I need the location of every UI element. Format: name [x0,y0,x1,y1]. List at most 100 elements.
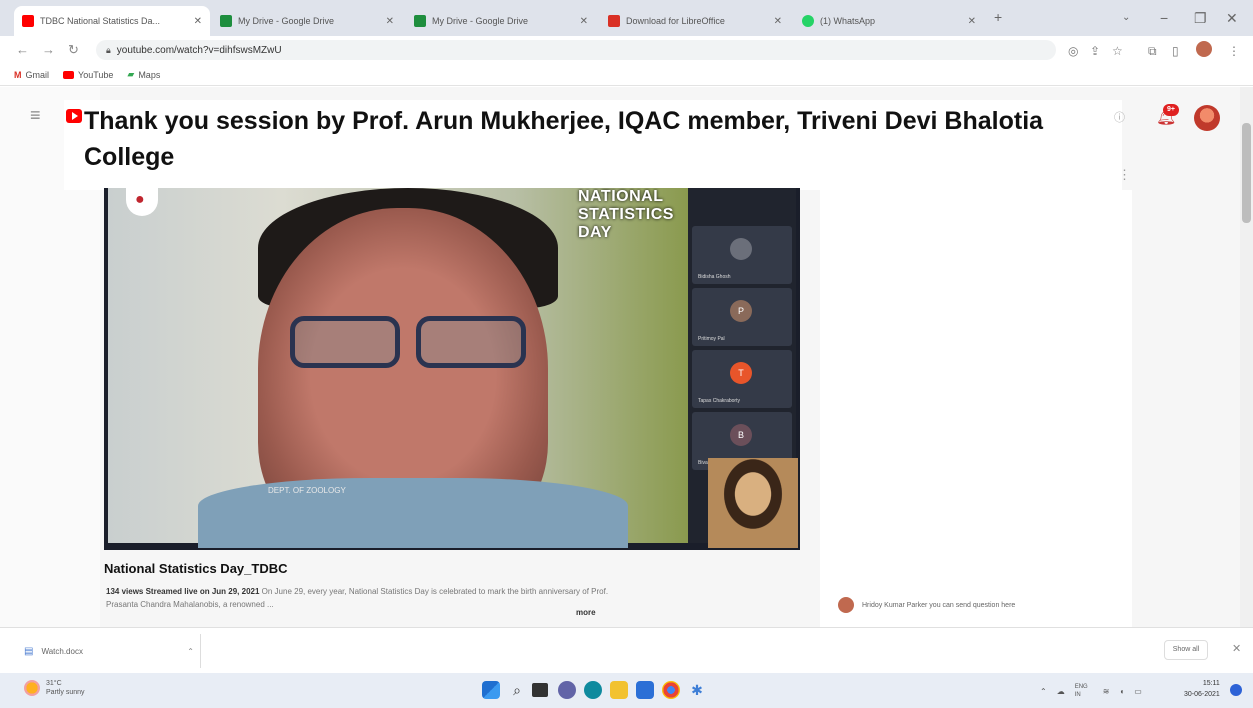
tab-title: TDBC National Statistics Da... [40,16,161,26]
bookmark-star-icon[interactable]: ☆ [1112,44,1123,58]
address-bar[interactable]: 🔒︎ youtube.com/watch?v=dihfswsMZwU [96,40,1056,60]
task-view-icon[interactable] [532,683,548,697]
tab-search-icon[interactable]: ⌄ [1122,12,1130,23]
store-icon[interactable] [636,681,654,699]
settings-gear-icon[interactable]: ✱ [688,681,706,699]
wifi-icon[interactable]: ≋ [1103,687,1110,696]
back-icon[interactable]: ← [16,42,29,57]
chat-message: Hridoy Kumar Parker you can send questio… [838,597,1015,613]
close-tab-icon[interactable]: ✕ [386,16,394,27]
tab-title: (1) WhatsApp [820,16,876,26]
clock-time: 15:11 [1202,680,1220,687]
youtube-icon [63,70,75,79]
tab-title: Download for LibreOffice [626,16,725,26]
participant-avatar: B [730,424,752,446]
download-bar: ▤ Watch.docx ⌃ Show all ✕ [0,627,1253,673]
bookmark-maps[interactable]: ▰ Maps [127,69,160,80]
bookmark-label: Maps [138,69,161,80]
glasses-left-lens [290,316,400,368]
tab-whatsapp[interactable]: (1) WhatsApp ✕ [794,6,984,36]
weather-icon [24,680,40,696]
side-panel-icon[interactable]: ▯ [1172,44,1179,58]
whatsapp-favicon-icon [802,15,814,27]
close-tab-icon[interactable]: ✕ [194,16,202,27]
tray-chevron-icon[interactable]: ⌃ [1040,687,1047,696]
tab-youtube[interactable]: TDBC National Statistics Da... ✕ [14,6,210,36]
new-tab-button[interactable]: + [994,9,1002,25]
tab-title: My Drive - Google Drive [432,16,529,26]
bookmarks-bar: M Gmail YouTube ▰ Maps [0,64,1253,86]
participant-avatar [730,238,752,260]
battery-icon[interactable]: ▭ [1134,687,1142,696]
info-icon[interactable]: ⓘ [1114,109,1125,125]
close-tab-icon[interactable]: ✕ [968,16,976,27]
chat-author-avatar [838,597,854,613]
participant-tile: P Pritimoy Pal [692,288,792,346]
youtube-favicon-icon [22,15,34,27]
notification-center-icon[interactable] [1230,684,1242,696]
windows-taskbar: 31°C Partly sunny ⌕ ✱ ⌃ ☁ ENG IN ≋ ◖ ▭ 1… [0,673,1253,708]
clock[interactable]: 15:11 30-06-2021 [1184,678,1220,700]
speaker-shirt [198,478,628,548]
youtube-logo-icon[interactable] [66,109,82,123]
share-icon[interactable]: ⇪ [1090,44,1100,58]
tab-drive-2[interactable]: My Drive - Google Drive ✕ [406,6,596,36]
extensions-icon[interactable]: ⧉ [1148,44,1157,59]
channel-logo-icon [126,188,158,216]
chrome-menu-icon[interactable]: ⋮ [1228,44,1240,58]
reload-icon[interactable]: ↻ [68,42,79,58]
video-overlay-title: NATIONAL STATISTICS DAY [578,188,674,241]
onedrive-icon[interactable]: ☁ [1057,687,1065,696]
close-window-icon[interactable]: ✕ [1226,10,1238,27]
tab-title: My Drive - Google Drive [238,16,335,26]
drive-favicon-icon [220,15,232,27]
chat-menu-icon[interactable]: ⋮ [1118,167,1131,183]
search-icon[interactable]: ⌕ [508,681,526,699]
video-overlay-subtitle: DEPT. OF ZOOLOGY [268,486,346,495]
live-chat-panel [820,190,1132,627]
chat-message-text: Hridoy Kumar Parker you can send questio… [862,601,1016,609]
participant-tile: T Tapas Chakraborty [692,350,792,408]
close-download-bar-icon[interactable]: ✕ [1232,642,1241,655]
chevron-up-icon[interactable]: ⌃ [187,647,194,656]
chrome-icon[interactable] [662,681,680,699]
maximize-icon[interactable]: ❐ [1194,10,1207,27]
profile-avatar[interactable] [1196,41,1212,57]
participant-avatar: T [730,362,752,384]
forward-icon[interactable]: → [42,42,55,57]
video-description[interactable]: 134 views Streamed live on Jun 29, 2021 … [106,585,626,611]
show-more-link[interactable]: more [576,608,596,617]
close-tab-icon[interactable]: ✕ [580,16,588,27]
bookmark-label: YouTube [78,69,114,80]
browser-tab-strip: TDBC National Statistics Da... ✕ My Driv… [0,0,1253,36]
scrollbar-thumb[interactable] [1242,123,1251,223]
file-explorer-icon[interactable] [610,681,628,699]
volume-icon[interactable]: ◖ [1119,687,1124,696]
participant-name: Tapas Chakraborty [698,398,740,404]
minimize-icon[interactable]: − [1160,10,1168,26]
bookmark-youtube[interactable]: YouTube [63,70,113,80]
hamburger-menu-icon[interactable]: ≡ [30,105,41,126]
download-item[interactable]: ▤ Watch.docx ⌃ [24,642,194,660]
notification-badge: 9+ [1163,104,1179,116]
chat-app-icon[interactable] [558,681,576,699]
participant-name: Bidisha Ghosh [698,274,731,280]
address-text: youtube.com/watch?v=dihfswsMZwU [116,44,282,56]
close-tab-icon[interactable]: ✕ [774,16,782,27]
tab-drive-1[interactable]: My Drive - Google Drive ✕ [212,6,402,36]
tab-libreoffice[interactable]: Download for LibreOffice ✕ [600,6,790,36]
system-tray: ⌃ ☁ ENG IN ≋ ◖ ▭ [1040,683,1142,699]
google-lens-icon[interactable]: ◎ [1068,44,1078,58]
bookmark-gmail[interactable]: M Gmail [14,70,49,80]
glasses-right-lens [416,316,526,368]
weather-widget[interactable]: 31°C Partly sunny [24,679,85,697]
portrait-image [708,458,798,548]
account-avatar[interactable] [1194,105,1220,131]
show-all-button[interactable]: Show all [1164,640,1208,660]
edge-browser-icon[interactable] [584,681,602,699]
language-indicator[interactable]: ENG IN [1075,683,1093,699]
browser-toolbar: ← → ↻ 🔒︎ youtube.com/watch?v=dihfswsMZwU… [0,36,1253,64]
video-player[interactable]: NATIONAL STATISTICS DAY DEPT. OF ZOOLOGY… [104,188,800,550]
weather-temp: 31°C [46,680,62,687]
start-menu-icon[interactable] [482,681,500,699]
